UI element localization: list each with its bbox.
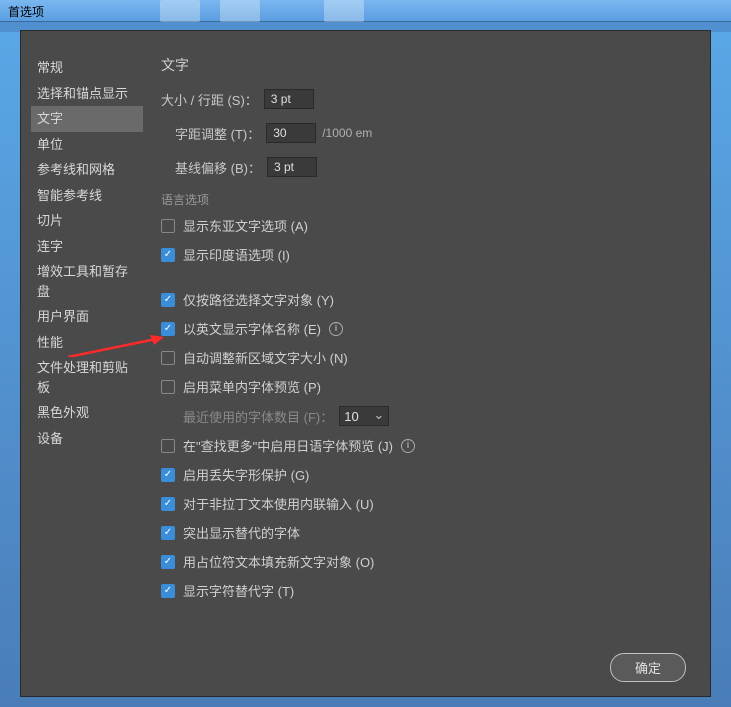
titlebar: 首选项 (0, 0, 731, 22)
auto-size-checkbox[interactable] (161, 351, 175, 365)
type-panel: 文字 大小 / 行距 (S)： 字距调整 (T)： /1000 em 基线偏移 … (151, 55, 700, 629)
english-fontnames-label: 以英文显示字体名称 (E) (183, 319, 321, 338)
sidebar-item[interactable]: 文字 (31, 106, 143, 132)
sidebar-item[interactable]: 智能参考线 (31, 183, 143, 209)
sidebar-item[interactable]: 性能 (31, 330, 143, 356)
taskbar-app-icon (324, 0, 364, 22)
alt-glyph-label: 显示字符替代字 (T) (183, 581, 294, 600)
jp-findmore-checkbox[interactable] (161, 439, 175, 453)
indic-checkbox[interactable] (161, 248, 175, 262)
window-title: 首选项 (8, 5, 44, 19)
category-sidebar: 常规选择和锚点显示文字单位参考线和网格智能参考线切片连字增效工具和暂存盘用户界面… (31, 55, 151, 629)
alt-glyph-checkbox[interactable] (161, 584, 175, 598)
inline-input-label: 对于非拉丁文本使用内联输入 (U) (183, 494, 374, 513)
baseline-label: 基线偏移 (B)： (175, 158, 261, 177)
taskbar-app-icon (160, 0, 200, 22)
english-fontnames-checkbox[interactable] (161, 322, 175, 336)
east-asian-checkbox[interactable] (161, 219, 175, 233)
sidebar-item[interactable]: 选择和锚点显示 (31, 81, 143, 107)
sidebar-item[interactable]: 单位 (31, 132, 143, 158)
info-icon[interactable]: i (401, 439, 415, 453)
sidebar-item[interactable]: 常规 (31, 55, 143, 81)
jp-findmore-label: 在"查找更多"中启用日语字体预览 (J) (183, 436, 393, 455)
tracking-input[interactable] (266, 123, 316, 143)
path-select-checkbox[interactable] (161, 293, 175, 307)
highlight-subst-label: 突出显示替代的字体 (183, 523, 300, 542)
ok-button[interactable]: 确定 (610, 653, 686, 682)
sidebar-item[interactable]: 黑色外观 (31, 400, 143, 426)
highlight-subst-checkbox[interactable] (161, 526, 175, 540)
east-asian-label: 显示东亚文字选项 (A) (183, 216, 308, 235)
sidebar-item[interactable]: 连字 (31, 234, 143, 260)
placeholder-text-checkbox[interactable] (161, 555, 175, 569)
language-options-header: 语言选项 (161, 191, 700, 208)
panel-title: 文字 (161, 55, 700, 75)
taskbar-app-icon (220, 0, 260, 22)
info-icon[interactable]: i (329, 322, 343, 336)
size-leading-label: 大小 / 行距 (S)： (161, 90, 258, 109)
preferences-dialog: 常规选择和锚点显示文字单位参考线和网格智能参考线切片连字增效工具和暂存盘用户界面… (20, 30, 711, 697)
menu-preview-label: 启用菜单内字体预览 (P) (183, 377, 321, 396)
sidebar-item[interactable]: 设备 (31, 426, 143, 452)
tracking-unit: /1000 em (322, 126, 372, 140)
sidebar-item[interactable]: 用户界面 (31, 304, 143, 330)
sidebar-item[interactable]: 参考线和网格 (31, 157, 143, 183)
size-leading-input[interactable] (264, 89, 314, 109)
baseline-input[interactable] (267, 157, 317, 177)
auto-size-label: 自动调整新区域文字大小 (N) (183, 348, 348, 367)
missing-glyph-checkbox[interactable] (161, 468, 175, 482)
sidebar-item[interactable]: 增效工具和暂存盘 (31, 259, 143, 304)
inline-input-checkbox[interactable] (161, 497, 175, 511)
indic-label: 显示印度语选项 (I) (183, 245, 290, 264)
tracking-label: 字距调整 (T)： (175, 124, 260, 143)
placeholder-text-label: 用占位符文本填充新文字对象 (O) (183, 552, 374, 571)
sidebar-item[interactable]: 切片 (31, 208, 143, 234)
missing-glyph-label: 启用丢失字形保护 (G) (183, 465, 309, 484)
sidebar-item[interactable]: 文件处理和剪贴板 (31, 355, 143, 400)
recent-fonts-label: 最近使用的字体数目 (F)： (183, 407, 333, 426)
menu-preview-checkbox[interactable] (161, 380, 175, 394)
dialog-footer: 确定 (21, 639, 710, 696)
recent-fonts-select[interactable]: 10 (339, 406, 389, 426)
path-select-label: 仅按路径选择文字对象 (Y) (183, 290, 334, 309)
